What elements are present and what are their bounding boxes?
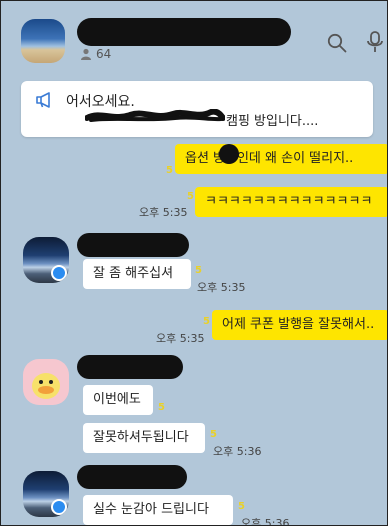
my-message-bubble[interactable]: 어제 쿠폰 발행을 잘못해서.. xyxy=(212,310,387,340)
message-time: 오후 5:35 xyxy=(197,281,246,294)
sender-name-redacted xyxy=(77,233,189,257)
message-time: 오후 5:35 xyxy=(156,332,205,345)
duck-character-icon xyxy=(32,373,60,399)
notice-redaction-scribble xyxy=(85,109,225,122)
person-icon xyxy=(81,48,91,60)
other-message-bubble[interactable]: 실수 눈감아 드립니다 xyxy=(83,495,233,525)
message-time: 오후 5:36 xyxy=(213,445,262,458)
megaphone-icon xyxy=(36,92,50,108)
my-message-bubble[interactable]: ㅋㅋㅋㅋㅋㅋㅋㅋㅋㅋㅋㅋㅋㅋ xyxy=(195,187,387,217)
search-icon[interactable] xyxy=(327,33,347,53)
verified-badge-icon xyxy=(51,265,67,281)
sender-avatar[interactable] xyxy=(23,359,69,405)
unread-count: 5 xyxy=(203,316,210,327)
sender-avatar[interactable] xyxy=(23,471,69,517)
notice-title: 어서오세요. xyxy=(66,94,135,110)
unread-count: 5 xyxy=(238,501,245,512)
unread-count: 5 xyxy=(195,265,202,276)
room-avatar[interactable] xyxy=(21,19,65,63)
notice-banner[interactable]: 어서오세요. 캠핑 방입니다.... xyxy=(21,81,373,137)
my-message-bubble[interactable]: 옵션 방중인데 왜 손이 떨리지.. xyxy=(175,144,387,174)
chat-header: 64 xyxy=(1,1,387,77)
verified-badge-icon xyxy=(51,499,67,515)
member-count: 64 xyxy=(96,47,112,61)
unread-count: 5 xyxy=(166,165,173,176)
notice-body: 캠핑 방입니다.... xyxy=(226,114,319,129)
chat-screen: 64 어서오세요. 캠핑 방입니다.... 5 옵션 방중인데 왜 손이 떨리지… xyxy=(0,0,388,526)
call-icon[interactable] xyxy=(365,31,385,53)
redaction-blot xyxy=(219,144,239,164)
unread-count: 5 xyxy=(187,191,194,202)
sender-avatar[interactable] xyxy=(23,237,69,283)
other-message-bubble[interactable]: 이번에도 xyxy=(83,385,153,415)
unread-count: 5 xyxy=(158,402,165,413)
sender-name-redacted xyxy=(77,465,187,489)
unread-count: 5 xyxy=(210,429,217,440)
message-time: 오후 5:36 xyxy=(241,517,290,526)
other-message-bubble[interactable]: 잘 좀 해주십셔 xyxy=(83,259,191,289)
sender-name-redacted xyxy=(77,355,183,379)
room-title-redacted[interactable] xyxy=(77,18,291,46)
other-message-bubble[interactable]: 잘못하셔두됩니다 xyxy=(83,423,205,453)
message-time: 오후 5:35 xyxy=(139,206,188,219)
